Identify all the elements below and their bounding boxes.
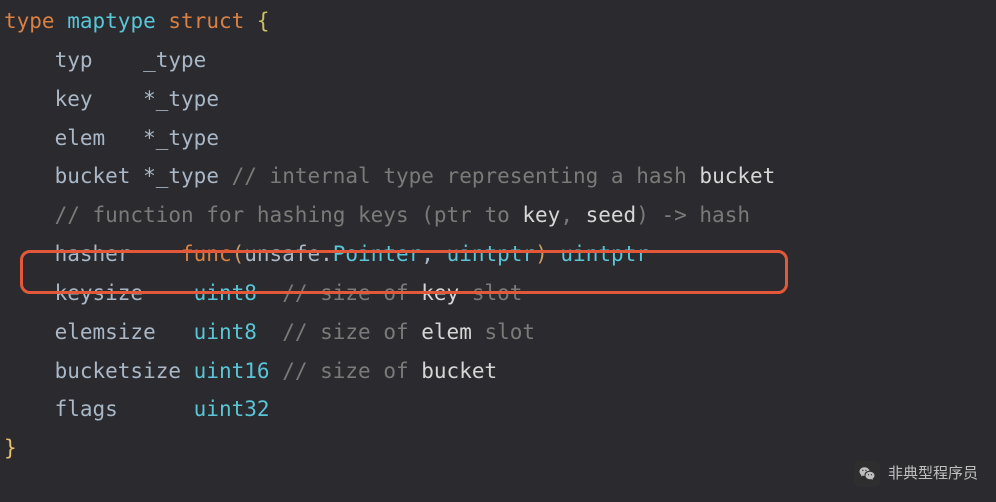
type-pointer: Pointer (333, 242, 422, 266)
comment: , (560, 203, 585, 227)
type-uint8: uint8 (194, 281, 257, 305)
comment-highlight: elem (421, 320, 472, 344)
code-line: typ _type (0, 48, 206, 72)
type-ref: _type (156, 87, 219, 111)
comma: , (421, 242, 446, 266)
dot: . (320, 242, 333, 266)
comment: // size of (282, 281, 421, 305)
pkg-unsafe: unsafe (244, 242, 320, 266)
star: * (143, 87, 156, 111)
comment-highlight: bucket (421, 359, 497, 383)
comment-highlight: seed (586, 203, 637, 227)
field-typ: typ (55, 48, 93, 72)
comment: // function for hashing keys (ptr to (55, 203, 523, 227)
paren-open: ( (232, 242, 245, 266)
type-uintptr: uintptr (447, 242, 536, 266)
code-line: key *_type (0, 87, 219, 111)
watermark: 非典型程序员 (854, 460, 978, 488)
field-bucketsize: bucketsize (55, 359, 181, 383)
comment: slot (459, 281, 522, 305)
comment-highlight: key (522, 203, 560, 227)
brace-open: { (257, 9, 270, 33)
comment: slot (472, 320, 535, 344)
field-bucket: bucket (55, 164, 131, 188)
comment: // internal type representing a hash (232, 164, 700, 188)
keyword-func: func (181, 242, 232, 266)
type-ref: _type (143, 48, 206, 72)
code-line: // function for hashing keys (ptr to key… (0, 203, 750, 227)
wechat-icon (854, 461, 880, 487)
type-uint32: uint32 (194, 397, 270, 421)
watermark-text: 非典型程序员 (888, 460, 978, 488)
code-line: type maptype struct { (0, 9, 270, 33)
comment: ) -> hash (636, 203, 750, 227)
type-name: maptype (67, 9, 156, 33)
comment-highlight: bucket (699, 164, 775, 188)
type-uint16: uint16 (194, 359, 270, 383)
type-ref: _type (156, 126, 219, 150)
field-keysize: keysize (55, 281, 144, 305)
comment: // size of (282, 359, 421, 383)
code-line: elemsize uint8 // size of elem slot (0, 320, 535, 344)
code-line: bucketsize uint16 // size of bucket (0, 359, 497, 383)
field-hasher: hasher (55, 242, 131, 266)
code-block: type maptype struct { typ _type key *_ty… (0, 2, 996, 468)
paren-close: ) (535, 242, 548, 266)
comment: // size of (282, 320, 421, 344)
code-line: flags uint32 (0, 397, 270, 421)
brace-close: } (4, 436, 17, 460)
star: * (143, 164, 156, 188)
code-line: hasher func(unsafe.Pointer, uintptr) uin… (0, 242, 649, 266)
code-line: } (0, 436, 17, 460)
type-uintptr: uintptr (560, 242, 649, 266)
field-flags: flags (55, 397, 118, 421)
field-elem: elem (55, 126, 106, 150)
star: * (143, 126, 156, 150)
type-uint8: uint8 (194, 320, 257, 344)
comment-highlight: key (421, 281, 459, 305)
code-line: bucket *_type // internal type represent… (0, 164, 775, 188)
code-line: keysize uint8 // size of key slot (0, 281, 522, 305)
keyword-struct: struct (168, 9, 244, 33)
code-line: elem *_type (0, 126, 219, 150)
type-ref: _type (156, 164, 219, 188)
field-key: key (55, 87, 93, 111)
keyword-type: type (4, 9, 55, 33)
field-elemsize: elemsize (55, 320, 156, 344)
